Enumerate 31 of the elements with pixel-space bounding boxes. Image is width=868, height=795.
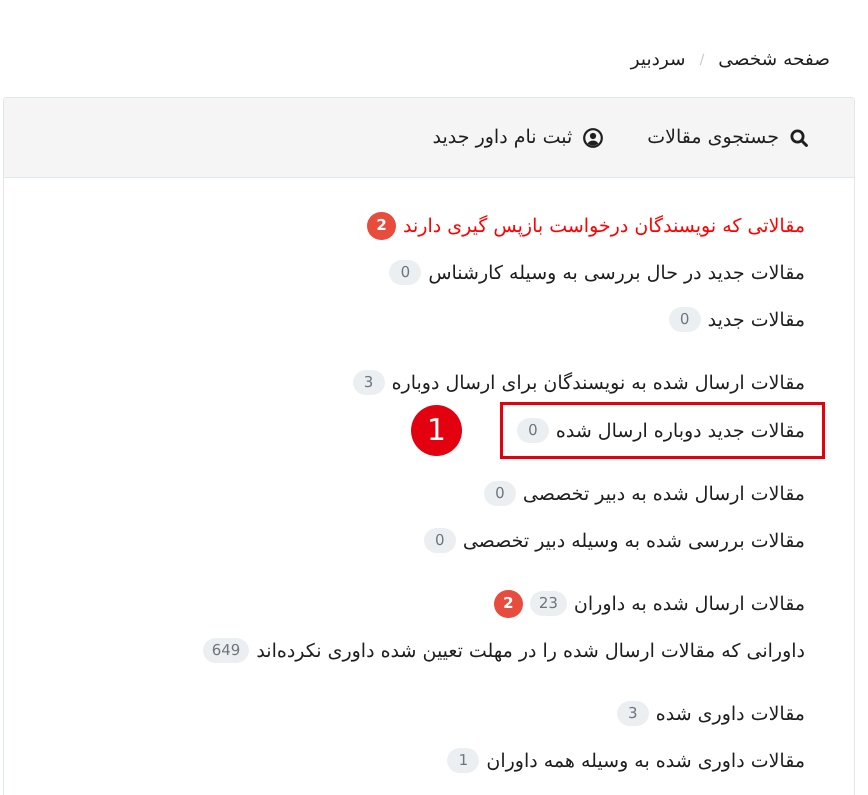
count-badge: 3 — [616, 701, 649, 726]
article-category-link[interactable]: مقالات ارسال شده به داوران — [574, 590, 805, 616]
count-badge: 0 — [484, 481, 516, 506]
article-category-link[interactable]: مقالات جدید در حال بررسی به وسیله کارشناس — [428, 260, 805, 286]
article-category-link[interactable]: داورانی که مقالات ارسال شده را در مهلت تعیین شده داوری نکرده‌اند — [256, 638, 805, 664]
article-category-link[interactable]: مقالات ارسال شده به دبیر تخصصی — [522, 480, 805, 506]
breadcrumb-link[interactable]: صفحه شخصی — [718, 46, 830, 74]
alert-count-badge: 2 — [367, 212, 396, 240]
article-category-link[interactable]: مقالاتی که نویسندگان درخواست بازپس گیری دارند — [403, 212, 805, 238]
count-badge: 0 — [389, 260, 422, 285]
count-badge: 1 — [447, 748, 480, 773]
article-category-link[interactable]: مقالات داوری شده — [656, 700, 805, 726]
article-category-link[interactable]: مقالات جدید دوباره ارسال شده — [556, 418, 805, 444]
breadcrumb-separator: / — [700, 50, 704, 70]
article-category-link[interactable]: مقالات داوری شده به وسیله همه داوران — [486, 748, 805, 774]
search-icon — [790, 128, 808, 146]
alert-count-badge: 2 — [494, 590, 523, 618]
user-circle-icon — [583, 128, 604, 148]
count-badge: 23 — [530, 591, 567, 616]
article-category-link[interactable]: مقالات جدید — [708, 306, 805, 332]
breadcrumb-current: سردبیر — [630, 48, 686, 72]
article-category-link[interactable]: مقالات بررسی شده به وسیله دبیر تخصصی — [462, 528, 805, 554]
register-reviewer-link[interactable]: ثبت نام داور جدید — [432, 123, 604, 152]
count-badge: 649 — [202, 638, 250, 663]
article-category-link[interactable]: مقالات ارسال شده به نویسندگان برای ارسال دوباره — [392, 370, 805, 396]
count-badge: 3 — [352, 370, 385, 395]
search-articles-link[interactable]: جستجوی مقالات — [647, 123, 808, 152]
callout-number: 1 — [410, 405, 462, 456]
count-badge: 0 — [424, 528, 456, 553]
count-badge: 0 — [668, 307, 701, 332]
count-badge: 0 — [516, 418, 549, 443]
